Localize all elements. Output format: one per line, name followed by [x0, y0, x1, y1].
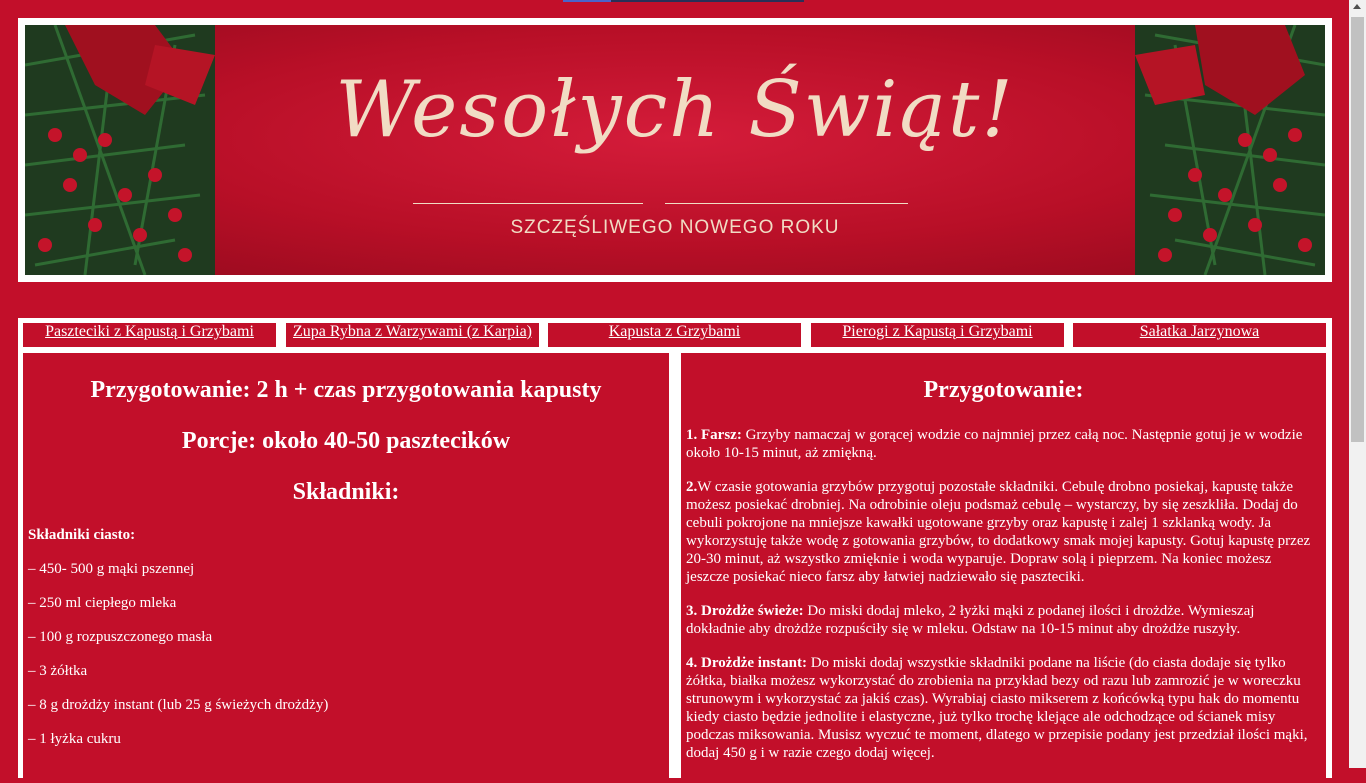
step-1: 1. Farsz: Grzyby namaczaj w gorącej wodz…: [686, 426, 1316, 462]
banner-divider-right: [665, 203, 908, 204]
portions-heading: Porcje: około 40-50 pasztecików: [181, 428, 511, 454]
scrollbar-thumb[interactable]: [1351, 17, 1364, 442]
preparation-column: Przygotowanie: 1. Farsz: Grzyby namaczaj…: [681, 353, 1326, 783]
preparation-heading: Przygotowanie:: [923, 377, 1084, 403]
step-1-label: 1. Farsz:: [686, 427, 742, 443]
nav-link-pierogi[interactable]: Pierogi z Kapustą i Grzybami: [842, 323, 1032, 340]
prep-time-heading: Przygotowanie: 2 h + czas przygotowania …: [90, 377, 602, 403]
ingredient-item: – 8 g drożdży instant (lub 25 g świeżych…: [28, 697, 329, 713]
nav-item-pierogi[interactable]: Pierogi z Kapustą i Grzybami: [811, 323, 1064, 347]
nav-link-salatka[interactable]: Sałatka Jarzynowa: [1140, 323, 1260, 340]
nav-item-kapusta[interactable]: Kapusta z Grzybami: [548, 323, 801, 347]
recipe-nav: Paszteciki z Kapustą i Grzybami Zupa Ryb…: [23, 323, 1327, 347]
nav-link-kapusta[interactable]: Kapusta z Grzybami: [609, 323, 741, 340]
step-2-label: 2.: [686, 479, 698, 495]
step-2: 2.W czasie gotowania grzybów przygotuj p…: [686, 478, 1316, 586]
step-1-text: Grzyby namaczaj w gorącej wodzie co najm…: [686, 427, 1303, 461]
scrollbar-up-arrow[interactable]: [1353, 4, 1361, 9]
ingredient-item: – 1 łyżka cukru: [28, 731, 121, 747]
ingredient-item: – 450- 500 g mąki pszennej: [28, 561, 195, 577]
banner-subtitle: SZCZĘŚLIWEGO NOWEGO ROKU: [510, 217, 840, 238]
ingredients-column: Przygotowanie: 2 h + czas przygotowania …: [23, 353, 669, 783]
nav-link-paszteciki[interactable]: Paszteciki z Kapustą i Grzybami: [45, 323, 254, 340]
ingredient-item: – 250 ml ciepłego mleka: [28, 595, 177, 611]
nav-item-paszteciki[interactable]: Paszteciki z Kapustą i Grzybami: [23, 323, 276, 347]
step-3-label: 3. Drożdże świeże:: [686, 603, 804, 619]
ingredient-item: – 100 g rozpuszczonego masła: [28, 629, 213, 645]
banner-divider-left: [413, 203, 643, 204]
recipe-container: Paszteciki z Kapustą i Grzybami Zupa Ryb…: [18, 318, 1332, 783]
step-4: 4. Drożdże instant: Do miski dodaj wszys…: [686, 654, 1316, 762]
ingredient-item: – 3 żółtka: [28, 663, 88, 679]
ingredients-heading: Składniki:: [292, 479, 400, 505]
vertical-scrollbar[interactable]: [1349, 0, 1366, 768]
step-2-text: W czasie gotowania grzybów przygotuj poz…: [686, 479, 1311, 585]
nav-item-salatka[interactable]: Sałatka Jarzynowa: [1073, 323, 1326, 347]
step-3: 3. Drożdże świeże: Do miski dodaj mleko,…: [686, 602, 1316, 638]
nav-link-zupa-rybna[interactable]: Zupa Rybna z Warzywami (z Karpia): [293, 323, 532, 340]
banner-title: Wesołych Świąt!: [335, 65, 1015, 155]
nav-item-zupa-rybna[interactable]: Zupa Rybna z Warzywami (z Karpia): [286, 323, 539, 347]
christmas-banner: Wesołych Świąt! SZCZĘŚLIWEGO NOWEGO ROKU: [18, 18, 1332, 282]
dough-ingredients-title: Składniki ciasto:: [28, 527, 136, 543]
browser-tab-indicator: [563, 0, 804, 2]
step-4-label: 4. Drożdże instant:: [686, 655, 807, 671]
